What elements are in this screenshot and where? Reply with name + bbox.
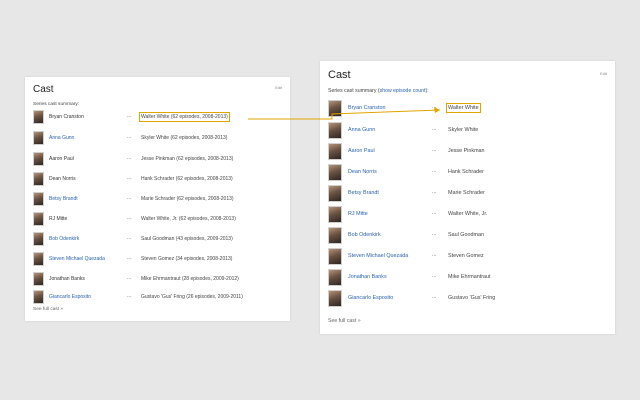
character-link[interactable]: Skyler White [448,127,478,133]
separator-dots: ... [127,275,132,281]
separator-dots: ... [432,126,437,132]
separator-dots: ... [432,273,437,279]
actor-name-link[interactable]: Aaron Paul [49,156,74,162]
separator-dots: ... [127,195,132,201]
actor-name-link[interactable]: Giancarlo Esposito [348,295,393,301]
actor-photo[interactable] [328,227,342,244]
series-cast-summary-label: Series cast summary: [33,102,80,107]
actor-name-link[interactable]: Jonathan Banks [49,276,85,282]
character-link[interactable]: Gustavo 'Gus' Fring [448,295,495,301]
character-link[interactable]: Mike Ehrmantraut (28 episodes, 2009-2012… [141,276,239,282]
see-full-cast-link[interactable]: See full cast » [33,307,63,312]
character-link[interactable]: Hank Schrader (62 episodes, 2008-2013) [141,176,233,182]
actor-name-link[interactable]: Betsy Brandt [348,190,379,196]
show-episode-count-link[interactable]: show episode count [380,88,426,94]
actor-photo[interactable] [33,290,44,304]
summary-text: Series cast summary [328,88,377,94]
actor-photo[interactable] [33,192,44,206]
separator-dots: ... [127,155,132,161]
actor-photo[interactable] [33,131,44,145]
separator-dots: ... [127,134,132,140]
actor-name-link[interactable]: Anna Gunn [348,127,375,133]
cast-panel-before: Cast Edit Series cast summary: Bryan Cra… [25,77,290,321]
actor-name-link[interactable]: Betsy Brandt [49,196,78,202]
actor-photo[interactable] [33,252,44,266]
actor-name-link[interactable]: Bob Odenkirk [49,236,79,242]
separator-dots: ... [432,252,437,258]
separator-dots: ... [127,235,132,241]
actor-photo[interactable] [328,248,342,265]
actor-name-link[interactable]: Steven Michael Quezada [348,253,408,259]
character-link[interactable]: Steven Gomez [448,253,484,259]
character-link[interactable]: Walter White (62 episodes, 2008-2013) [139,112,230,122]
character-link[interactable]: Steven Gomez (34 episodes, 2008-2013) [141,256,232,262]
separator-dots: ... [127,293,132,299]
separator-dots: ... [127,255,132,261]
character-link[interactable]: Marie Schrader (62 episodes, 2008-2013) [141,196,234,202]
character-link[interactable]: Hank Schrader [448,169,484,175]
actor-photo[interactable] [33,152,44,166]
separator-dots: ... [432,231,437,237]
character-link[interactable]: Saul Goodman [448,232,484,238]
actor-name-link[interactable]: Bryan Cranston [348,105,385,111]
character-link[interactable]: Marie Schrader [448,190,485,196]
actor-name-link[interactable]: RJ Mitte [348,211,368,217]
actor-name-link[interactable]: RJ Mitte [49,216,67,222]
separator-dots: ... [432,210,437,216]
actor-photo[interactable] [328,143,342,160]
actor-name-link[interactable]: Steven Michael Quezada [49,256,105,262]
cast-title: Cast [33,84,54,95]
actor-photo[interactable] [328,206,342,223]
actor-photo[interactable] [328,269,342,286]
series-cast-summary-label: Series cast summary (show episode count)… [328,88,429,94]
separator-dots: ... [432,104,437,110]
separator-dots: ... [127,215,132,221]
separator-dots: ... [432,189,437,195]
actor-name-link[interactable]: Bryan Cranston [49,114,84,120]
actor-name-link[interactable]: Giancarlo Esposito [49,294,91,300]
separator-dots: ... [432,147,437,153]
character-link[interactable]: Walter White, Jr. [448,211,487,217]
actor-name-link[interactable]: Aaron Paul [348,148,375,154]
actor-photo[interactable] [328,164,342,181]
actor-name-link[interactable]: Jonathan Banks [348,274,387,280]
actor-photo[interactable] [33,172,44,186]
separator-dots: ... [432,294,437,300]
character-link[interactable]: Walter White [446,103,481,113]
actor-photo[interactable] [328,185,342,202]
actor-photo[interactable] [33,212,44,226]
actor-name-link[interactable]: Dean Norris [348,169,377,175]
actor-photo[interactable] [328,290,342,307]
separator-dots: ... [127,175,132,181]
actor-photo[interactable] [33,232,44,246]
actor-photo[interactable] [33,110,44,124]
see-full-cast-link[interactable]: See full cast » [328,318,361,324]
actor-name-link[interactable]: Dean Norris [49,176,76,182]
edit-link[interactable]: Edit [275,85,282,90]
separator-dots: ... [432,168,437,174]
character-link[interactable]: Mike Ehrmantraut [448,274,491,280]
character-link[interactable]: Walter White, Jr. (62 episodes, 2008-201… [141,216,236,222]
actor-photo[interactable] [33,272,44,286]
character-link[interactable]: Gustavo 'Gus' Fring (26 episodes, 2009-2… [141,294,243,300]
separator-dots: ... [127,113,132,119]
cast-title: Cast [328,69,351,81]
actor-name-link[interactable]: Anna Gunn [49,135,74,141]
character-link[interactable]: Jesse Pinkman [448,148,485,154]
actor-photo[interactable] [328,122,342,139]
actor-name-link[interactable]: Bob Odenkirk [348,232,381,238]
actor-photo[interactable] [328,100,342,117]
edit-link[interactable]: Edit [600,71,607,76]
character-link[interactable]: Saul Goodman (43 episodes, 2009-2013) [141,236,233,242]
cast-panel-after: Cast Edit Series cast summary (show epis… [320,61,615,334]
character-link[interactable]: Skyler White (62 episodes, 2008-2013) [141,135,227,141]
character-link[interactable]: Jesse Pinkman (62 episodes, 2008-2013) [141,156,233,162]
